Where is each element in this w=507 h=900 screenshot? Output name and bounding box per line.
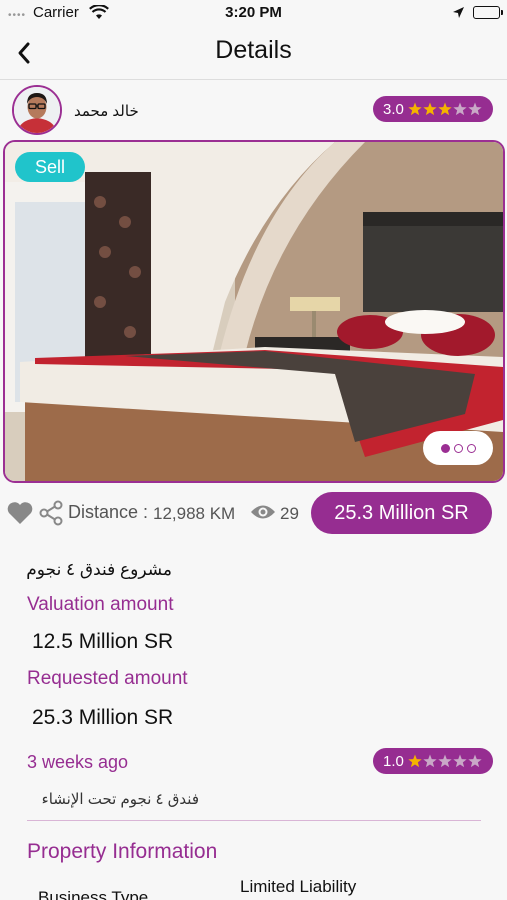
posted-time: 3 weeks ago [27,752,129,772]
business-type-value: Limited Liability [240,877,357,896]
page-title: Details [215,36,292,64]
star-empty-icon [423,754,437,767]
distance-label: Distance : [68,502,149,522]
listing-meta-row: Distance : 12,988 KM 29 25.3 Million SR [0,492,507,534]
battery-icon [473,6,503,19]
carousel-pager[interactable] [423,431,493,465]
location-arrow-icon [452,6,465,24]
star-empty-icon [453,102,467,115]
listing-description: فندق ٤ نجوم تحت الإنشاء [41,791,199,808]
carousel-dot[interactable] [466,443,476,453]
listing-rating-stars [408,754,482,767]
status-bar: •••• Carrier 3:20 PM [0,0,507,28]
business-type-label: Business Type [38,888,149,900]
star-empty-icon [468,754,482,767]
carousel-dot[interactable] [453,443,463,453]
star-filled-icon [423,102,437,115]
hotel-room-photo [5,142,503,481]
star-filled-icon [408,754,422,767]
star-empty-icon [438,754,452,767]
property-image-carousel[interactable]: Sell [3,140,505,483]
views-eye-icon [250,502,276,527]
requested-value: 25.3 Million SR [32,706,174,729]
avatar[interactable] [12,85,62,135]
section-divider [27,820,481,821]
listing-rating-badge: 1.0 [373,748,493,774]
star-filled-icon [438,102,452,115]
distance-value: 12,988 KM [153,504,236,523]
views-count: 29 [280,504,299,523]
listing-type-badge: Sell [15,152,85,182]
owner-rating-value: 3.0 [383,100,404,118]
listing-title: مشروع فندق ٤ نجوم [26,560,172,579]
requested-label: Requested amount [27,668,188,689]
owner-rating-stars [408,102,482,115]
listing-rating-value: 1.0 [383,752,404,770]
favorite-heart-icon[interactable] [6,500,34,531]
clock: 3:20 PM [225,4,282,21]
owner-rating-badge: 3.0 [373,96,493,122]
star-empty-icon [468,102,482,115]
price-badge: 25.3 Million SR [311,492,492,534]
owner-name: خالد محمد [74,103,139,120]
valuation-label: Valuation amount [27,594,174,615]
star-filled-icon [408,102,422,115]
valuation-value: 12.5 Million SR [32,630,174,653]
carousel-dot[interactable] [440,443,450,453]
navigation-bar: Details [0,28,507,80]
star-empty-icon [453,754,467,767]
property-info-title: Property Information [27,840,218,863]
share-icon[interactable] [38,500,64,531]
owner-row[interactable]: خالد محمد 3.0 [0,84,507,136]
